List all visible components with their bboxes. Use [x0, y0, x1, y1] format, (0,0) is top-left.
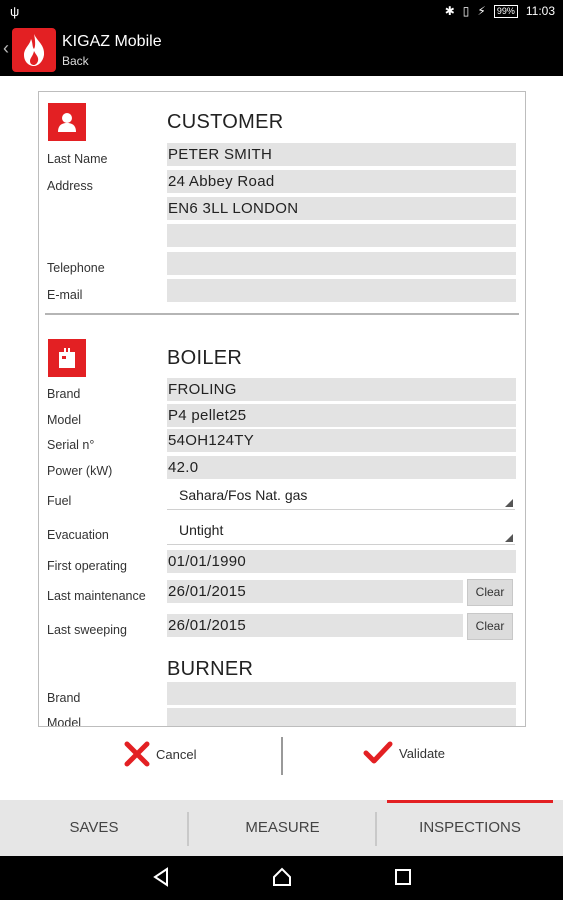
burner-model-label: Model	[47, 716, 82, 727]
system-nav-bar	[0, 856, 563, 900]
dropdown-arrow-icon	[505, 534, 513, 542]
first-operating-field[interactable]: 01/01/1990	[167, 550, 516, 573]
serial-label: Serial n°	[47, 438, 95, 452]
evacuation-label: Evacuation	[47, 528, 109, 542]
boiler-model-label: Model	[47, 413, 82, 427]
last-maintenance-field[interactable]: 26/01/2015	[167, 580, 463, 603]
boiler-brand-field[interactable]: FROLING	[167, 378, 516, 401]
tab-measure[interactable]: MEASURE	[189, 800, 376, 856]
boiler-section-title: BOILER	[167, 347, 243, 369]
active-tab-indicator	[387, 800, 553, 803]
clear-sweeping-button[interactable]: Clear	[467, 613, 513, 640]
app-title: KIGAZ Mobile	[62, 33, 162, 50]
telephone-field[interactable]	[167, 252, 516, 275]
cancel-button[interactable]: Cancel	[124, 741, 196, 767]
boiler-model-field[interactable]: P4 pellet25	[167, 404, 516, 427]
bottom-tab-bar: SAVES MEASURE INSPECTIONS	[0, 800, 563, 856]
validate-button[interactable]: Validate	[363, 741, 445, 765]
clock: 11:03	[525, 4, 555, 18]
burner-brand-label: Brand	[47, 691, 81, 705]
app-logo-flame-icon[interactable]	[12, 28, 56, 72]
burner-section-title: BURNER	[167, 658, 254, 680]
checkmark-icon	[363, 741, 393, 764]
status-bar: ψ ✱ ▯ ⚡ 99% 11:03	[0, 0, 563, 24]
section-divider	[45, 313, 519, 315]
cancel-x-icon	[124, 741, 150, 767]
fuel-label: Fuel	[47, 494, 72, 508]
dropdown-arrow-icon	[505, 499, 513, 507]
power-field[interactable]: 42.0	[167, 456, 516, 479]
telephone-label: Telephone	[47, 261, 105, 275]
last-sweeping-label: Last sweeping	[47, 623, 127, 637]
nav-recents-icon[interactable]	[393, 866, 413, 888]
first-operating-label: First operating	[47, 559, 127, 573]
action-bar[interactable]: ‹ KIGAZ Mobile Back	[0, 24, 563, 76]
fuel-select-value: Sahara/Fos Nat. gas	[179, 487, 308, 503]
actions-divider	[281, 737, 283, 775]
back-chevron-icon[interactable]: ‹	[3, 38, 9, 59]
last-name-field[interactable]: PETER SMITH	[167, 143, 516, 166]
customer-section-title: CUSTOMER	[167, 111, 284, 133]
last-maintenance-label: Last maintenance	[47, 589, 146, 603]
cancel-label: Cancel	[156, 746, 197, 762]
back-label[interactable]: Back	[62, 54, 89, 68]
fuel-select[interactable]: Sahara/Fos Nat. gas	[167, 484, 515, 510]
evacuation-select[interactable]: Untight	[167, 519, 515, 545]
address-line2-field[interactable]: EN6 3LL LONDON	[167, 197, 516, 220]
address-line1-field[interactable]: 24 Abbey Road	[167, 170, 516, 193]
form-actions: Cancel Validate	[0, 735, 563, 779]
burner-model-field[interactable]	[167, 708, 516, 726]
validate-label: Validate	[399, 745, 446, 761]
boiler-brand-label: Brand	[47, 387, 81, 401]
last-name-label: Last Name	[47, 152, 108, 166]
usb-icon: ψ	[10, 4, 20, 19]
battery-indicator: 99%	[493, 4, 518, 18]
bluetooth-icon: ✱	[444, 4, 455, 18]
email-field[interactable]	[167, 279, 516, 302]
burner-brand-field[interactable]	[167, 682, 516, 705]
boiler-icon	[48, 339, 86, 377]
last-sweeping-field[interactable]: 26/01/2015	[167, 614, 463, 637]
email-label: E-mail	[47, 288, 83, 302]
tab-saves[interactable]: SAVES	[0, 800, 188, 856]
address-label: Address	[47, 179, 93, 193]
charging-icon: ⚡	[477, 4, 486, 18]
nav-home-icon[interactable]	[271, 866, 293, 888]
power-label: Power (kW)	[47, 464, 113, 478]
nav-back-icon[interactable]	[151, 866, 171, 888]
address-line3-field[interactable]	[167, 224, 516, 247]
serial-field[interactable]: 54OH124TY	[167, 429, 516, 452]
evacuation-select-value: Untight	[179, 522, 224, 538]
tab-inspections[interactable]: INSPECTIONS	[377, 800, 563, 856]
clear-maintenance-button[interactable]: Clear	[467, 579, 513, 606]
vibrate-icon: ▯	[462, 4, 470, 18]
person-icon	[48, 103, 86, 141]
form-scroll-area[interactable]: CUSTOMER Last Name PETER SMITH Address 2…	[38, 91, 526, 727]
